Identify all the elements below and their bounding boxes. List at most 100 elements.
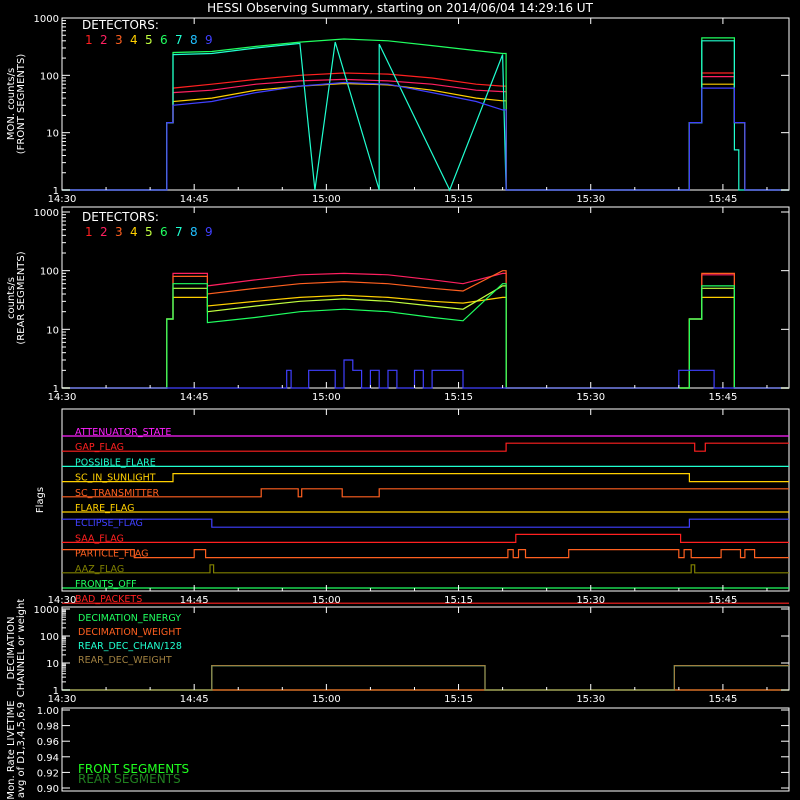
decimation-y-tick-label: 10	[46, 659, 59, 670]
decimation-x-tick-label: 14:45	[180, 694, 209, 705]
rear-detector-numbers: 123456789	[85, 225, 213, 239]
rear-detector-4: 4	[130, 225, 138, 239]
front-detector-2: 2	[100, 33, 108, 47]
front-detector-5: 5	[145, 33, 153, 47]
livetime-ylabel-2: avg of D1,3,4,5,6,9	[16, 702, 27, 798]
rear-detector-9: 9	[205, 225, 213, 239]
front-panel-frame	[61, 17, 790, 191]
rear-series-6	[62, 283, 789, 389]
flag-line-aaz-flag	[62, 564, 789, 574]
livetime-legend-rear-segments: REAR SEGMENTS	[78, 772, 181, 786]
decimation-series-group	[62, 664, 789, 691]
flag-label-eclipse-flag: ECLIPSE_FLAG	[75, 518, 143, 529]
rear-segments-panel: 1 10 100 1000 14:30 14:45 15:00 15:15 15:30 15:45…	[6, 206, 790, 403]
rear-detector-2: 2	[100, 225, 108, 239]
front-y-tick-label: 1000	[34, 14, 59, 25]
decimation-x-tick-label: 15:30	[576, 694, 605, 705]
rear-x-tick-label: 15:15	[444, 392, 473, 403]
decimation-legend: DECIMATION_ENERGY DECIMATION_WEIGHT REAR_D…	[78, 613, 182, 666]
livetime-y-tick-label: 0.94	[37, 753, 59, 764]
front-x-tick-label: 15:15	[444, 194, 473, 205]
rear-y-tick-label: 100	[40, 267, 59, 278]
rear-y-tick-label: 10	[46, 325, 59, 336]
rear-detector-6: 6	[160, 225, 168, 239]
front-detector-7: 7	[175, 33, 183, 47]
flag-line-sc-transmitter	[62, 488, 789, 498]
front-series-1	[62, 72, 789, 191]
front-x-tick-label: 15:45	[708, 194, 737, 205]
front-detector-1: 1	[85, 33, 93, 47]
front-detector-9: 9	[205, 33, 213, 47]
decimation-y-tick-label: 1000	[34, 605, 59, 616]
front-series-group	[62, 37, 789, 192]
rear-detectors-label: DETECTORS:	[82, 210, 159, 224]
flag-line-particle-flag	[62, 548, 789, 559]
rear-series-4	[62, 294, 789, 389]
figure-title: HESSI Observing Summary, starting on 201…	[207, 1, 593, 15]
decimation-x-tick-label: 15:00	[312, 694, 341, 705]
flag-label-aaz-flag: AAZ_FLAG	[75, 564, 124, 575]
rear-x-tick-label: 15:45	[708, 392, 737, 403]
front-series-7	[62, 40, 789, 192]
decimation-panel: 110100100014:30 14:45 15:00 15:15 15:30 15:45…	[6, 599, 790, 705]
flags-series-group: ATTENUATOR_STATE GAP_FLAG POSSIBLE_FLARE SC…	[62, 427, 789, 605]
flags-x-tick-label: 15:30	[576, 595, 605, 606]
flag-line-gap-flag	[62, 442, 789, 452]
flags-ylabel: Flags	[35, 487, 46, 513]
flag-label-particle-flag: PARTICLE_FLAG	[75, 549, 148, 560]
rear-x-tick-label: 14:30	[48, 392, 77, 403]
decimation-legend-rear-dec-weight: REAR_DEC_WEIGHT	[78, 655, 172, 666]
livetime-y-tick-label: 0.96	[37, 737, 59, 748]
front-series-9	[62, 81, 789, 191]
front-series-4	[62, 82, 789, 191]
flags-x-tick-label: 15:00	[312, 595, 341, 606]
front-x-tick-label: 14:45	[180, 194, 209, 205]
flag-line-sc-in-sunlight	[62, 473, 789, 483]
flag-label-attenuator-state: ATTENUATOR_STATE	[75, 427, 171, 438]
flags-x-tick-label: 14:45	[180, 595, 209, 606]
front-detector-6: 6	[160, 33, 168, 47]
flag-label-bad-packets: BAD_PACKETS	[75, 594, 142, 605]
decimation-series-rear-dec-weight	[62, 664, 789, 691]
rear-detector-7: 7	[175, 225, 183, 239]
observing-summary-figure: HESSI Observing Summary, starting on 201…	[6, 1, 790, 800]
livetime-y-tick-label: 0.90	[37, 784, 59, 795]
flag-line-saa-flag	[62, 533, 789, 544]
rear-detector-8: 8	[190, 225, 198, 239]
flag-label-saa-flag: SAA_FLAG	[75, 533, 124, 544]
decimation-x-tick-label: 15:15	[444, 694, 473, 705]
rear-ylabel-2: (REAR SEGMENTS)	[16, 251, 27, 344]
livetime-y-tick-label: 0.98	[37, 722, 59, 733]
front-detector-3: 3	[115, 33, 123, 47]
flags-x-tick-label: 15:45	[708, 595, 737, 606]
front-segments-panel: 1 10 100 1000 14:30 14:45 15:00 15:15 15:30 15:45…	[6, 14, 790, 205]
decimation-legend-decimation-energy: DECIMATION_ENERGY	[78, 613, 181, 624]
decimation-ylabel-2: CHANNEL or weight	[16, 599, 27, 698]
flag-label-sc-transmitter: SC_TRANSMITTER	[75, 488, 160, 499]
flag-label-possible-flare: POSSIBLE_FLARE	[75, 457, 156, 468]
flag-label-gap-flag: GAP_FLAG	[75, 442, 124, 453]
decimation-x-tick-label: 14:30	[48, 694, 77, 705]
rear-series-9	[62, 359, 789, 389]
rear-detector-1: 1	[85, 225, 93, 239]
rear-y-tick-label: 1000	[34, 208, 59, 219]
livetime-panel: 0.90 0.92 0.94 0.96 0.98 1.00 FRONT SEGMENTSR…	[6, 700, 790, 800]
front-ylabel-2: (FRONT SEGMENTS)	[16, 54, 27, 155]
front-x-tick-label: 15:30	[576, 194, 605, 205]
flag-line-eclipse-flag	[62, 518, 789, 528]
flag-label-sc-in-sunlight: SC_IN_SUNLIGHT	[75, 473, 156, 484]
decimation-series-rear-dec-chan-128	[62, 664, 789, 691]
front-series-2	[62, 75, 789, 191]
flags-panel: ATTENUATOR_STATE GAP_FLAG POSSIBLE_FLARE SC…	[35, 408, 790, 606]
decimation-y-tick-label: 100	[40, 632, 59, 643]
front-detector-numbers: 123456789	[85, 33, 213, 47]
front-x-tick-label: 15:00	[312, 194, 341, 205]
front-y-tick-label: 10	[46, 129, 59, 140]
front-detectors-label: DETECTORS:	[82, 18, 159, 32]
rear-panel-frame	[61, 206, 790, 389]
front-x-tick-label: 14:30	[48, 194, 77, 205]
decimation-x-tick-label: 15:45	[708, 694, 737, 705]
livetime-y-tick-label: 1.00	[37, 706, 59, 717]
front-y-tick-label: 100	[40, 71, 59, 82]
rear-x-tick-label: 15:00	[312, 392, 341, 403]
